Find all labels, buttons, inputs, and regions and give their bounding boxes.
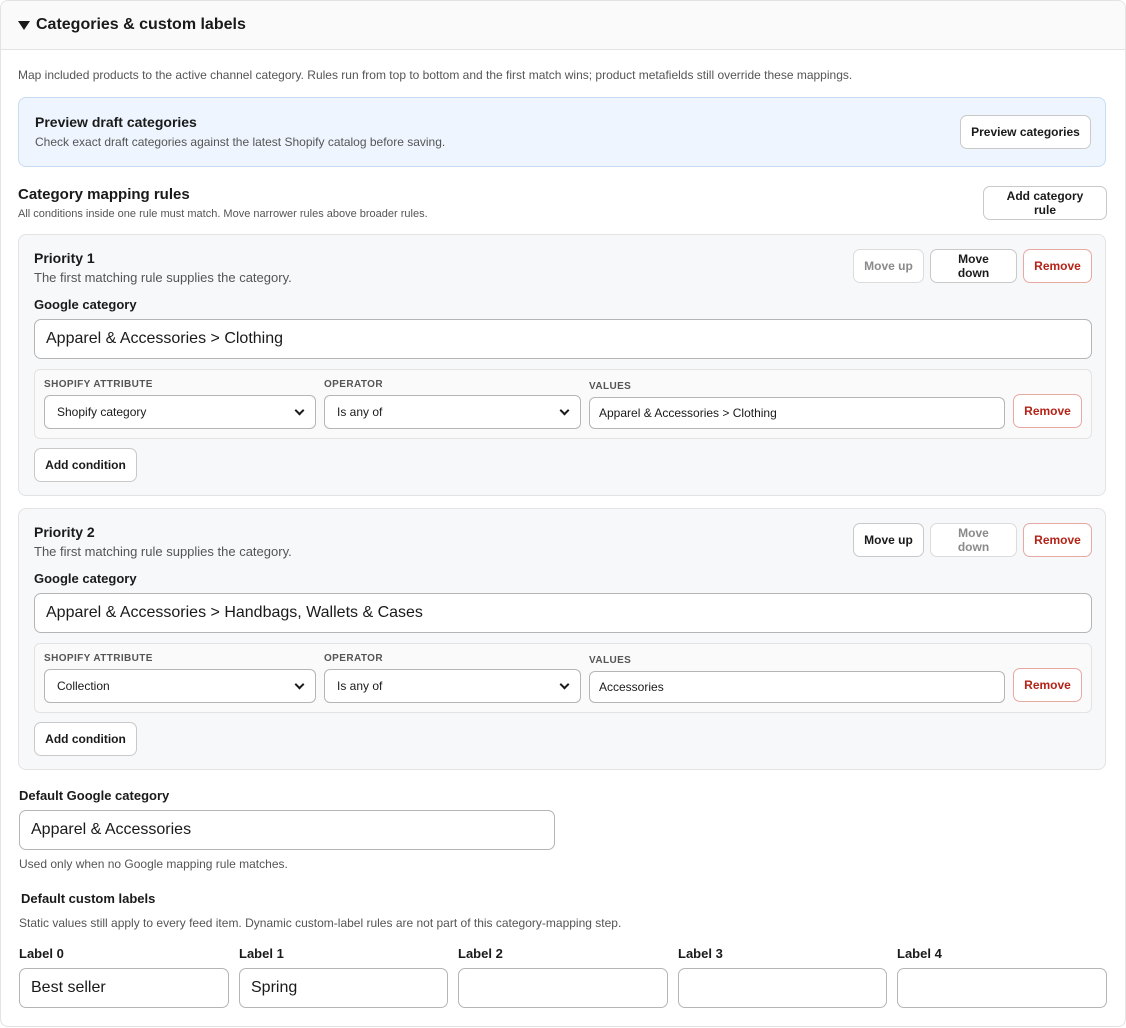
operator-select[interactable]: Is any of <box>324 669 581 703</box>
label-3-label: Label 3 <box>678 946 723 961</box>
google-category-label: Google category <box>34 297 137 312</box>
condition-row: SHOPIFY ATTRIBUTE OPERATOR VALUES Collec… <box>34 643 1092 713</box>
preview-title: Preview draft categories <box>35 114 197 130</box>
rule-subtitle: The first matching rule supplies the cat… <box>34 270 292 285</box>
label-0-label: Label 0 <box>19 946 64 961</box>
operator-header: OPERATOR <box>324 379 383 390</box>
attribute-select-value: Collection <box>57 679 110 693</box>
default-category-input[interactable] <box>19 810 555 850</box>
default-category-label: Default Google category <box>19 788 170 803</box>
remove-rule-button[interactable]: Remove <box>1023 523 1092 557</box>
remove-condition-button[interactable]: Remove <box>1013 668 1082 702</box>
operator-header: OPERATOR <box>324 653 383 664</box>
move-down-button[interactable]: Move down <box>930 523 1017 557</box>
custom-labels-help: Static values still apply to every feed … <box>19 916 622 930</box>
attribute-select[interactable]: Shopify category <box>44 395 316 429</box>
rule-card-2: Priority 2 The first matching rule suppl… <box>18 508 1106 770</box>
custom-labels-title: Default custom labels <box>21 891 156 906</box>
move-up-button[interactable]: Move up <box>853 523 924 557</box>
default-category-help: Used only when no Google mapping rule ma… <box>19 857 288 871</box>
label-0-input[interactable] <box>19 968 229 1008</box>
google-category-input[interactable] <box>34 319 1092 359</box>
attribute-select-value: Shopify category <box>57 405 147 419</box>
rule-title: Priority 2 <box>34 524 95 540</box>
label-2-input[interactable] <box>458 968 668 1008</box>
operator-select[interactable]: Is any of <box>324 395 581 429</box>
remove-rule-button[interactable]: Remove <box>1023 249 1092 283</box>
label-1-input[interactable] <box>239 968 448 1008</box>
caret-down-icon <box>18 21 30 30</box>
chevron-down-icon <box>294 405 305 415</box>
values-header: VALUES <box>589 381 632 392</box>
attribute-header: SHOPIFY ATTRIBUTE <box>44 379 153 390</box>
values-header: VALUES <box>589 655 632 666</box>
attribute-select[interactable]: Collection <box>44 669 316 703</box>
values-input[interactable]: Accessories <box>589 671 1005 703</box>
chevron-down-icon <box>294 679 305 689</box>
preview-categories-button[interactable]: Preview categories <box>960 115 1091 149</box>
add-condition-button[interactable]: Add condition <box>34 722 137 756</box>
chevron-down-icon <box>559 405 570 415</box>
mapping-subtitle: All conditions inside one rule must matc… <box>18 208 428 220</box>
google-category-label: Google category <box>34 571 137 586</box>
values-input[interactable]: Apparel & Accessories > Clothing <box>589 397 1005 429</box>
move-up-button[interactable]: Move up <box>853 249 924 283</box>
chevron-down-icon <box>559 679 570 689</box>
remove-condition-button[interactable]: Remove <box>1013 394 1082 428</box>
google-category-input[interactable] <box>34 593 1092 633</box>
values-input-text: Accessories <box>599 680 664 694</box>
rule-title: Priority 1 <box>34 250 95 266</box>
rule-subtitle: The first matching rule supplies the cat… <box>34 544 292 559</box>
operator-select-value: Is any of <box>337 405 383 419</box>
preview-callout: Preview draft categories Check exact dra… <box>18 97 1106 167</box>
label-3-input[interactable] <box>678 968 887 1008</box>
operator-select-value: Is any of <box>337 679 383 693</box>
preview-description: Check exact draft categories against the… <box>35 135 446 149</box>
label-4-input[interactable] <box>897 968 1107 1008</box>
add-condition-button[interactable]: Add condition <box>34 448 137 482</box>
panel-header-toggle[interactable]: Categories & custom labels <box>1 1 1125 50</box>
move-down-button[interactable]: Move down <box>930 249 1017 283</box>
label-4-label: Label 4 <box>897 946 942 961</box>
panel-title: Categories & custom labels <box>36 16 246 33</box>
intro-text: Map included products to the active chan… <box>18 68 853 82</box>
add-category-rule-button[interactable]: Add category rule <box>983 186 1107 220</box>
values-input-text: Apparel & Accessories > Clothing <box>599 406 777 420</box>
label-2-label: Label 2 <box>458 946 503 961</box>
label-1-label: Label 1 <box>239 946 284 961</box>
mapping-title: Category mapping rules <box>18 186 190 203</box>
condition-row: SHOPIFY ATTRIBUTE OPERATOR VALUES Shopif… <box>34 369 1092 439</box>
attribute-header: SHOPIFY ATTRIBUTE <box>44 653 153 664</box>
rule-card-1: Priority 1 The first matching rule suppl… <box>18 234 1106 496</box>
